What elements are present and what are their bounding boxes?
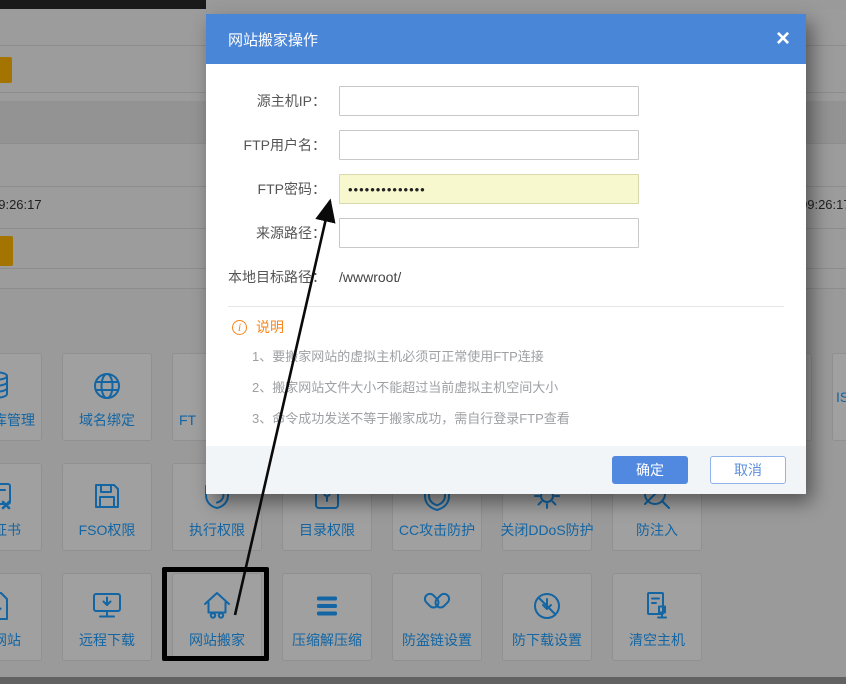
ftp-password-input[interactable] xyxy=(339,174,639,204)
dialog-body: 源主机IP： FTP用户名： FTP密码： 来源路径： 本地目标路径： /www… xyxy=(206,64,806,446)
close-icon[interactable]: × xyxy=(776,27,790,51)
target-path-value: /wwwroot/ xyxy=(339,269,401,285)
ftp-user-input[interactable] xyxy=(339,130,639,160)
source-ip-input[interactable] xyxy=(339,86,639,116)
note-item: 2、搬家网站文件大小不能超过当前虚拟主机空间大小 xyxy=(252,372,806,403)
info-icon: i xyxy=(232,320,247,335)
note-item: 1、要搬家网站的虚拟主机必须可正常使用FTP连接 xyxy=(252,341,806,372)
note-item: 3、命令成功发送不等于搬家成功，需自行登录FTP查看 xyxy=(252,403,806,434)
screen: 09:26:17 09:26:17 库管理 域名绑定 FT IS 证书 xyxy=(0,0,846,684)
source-path-label: 来源路径： xyxy=(206,223,326,243)
confirm-button[interactable]: 确定 xyxy=(612,456,688,484)
dialog-title: 网站搬家操作 xyxy=(206,29,318,50)
divider xyxy=(228,306,784,307)
site-move-dialog: 网站搬家操作 × 源主机IP： FTP用户名： FTP密码： 来源路径： 本地目… xyxy=(206,14,806,494)
ftp-user-label: FTP用户名： xyxy=(206,135,326,155)
dialog-header: 网站搬家操作 × xyxy=(206,14,806,64)
notes-section: i 说明 1、要搬家网站的虚拟主机必须可正常使用FTP连接 2、搬家网站文件大小… xyxy=(206,319,806,434)
source-path-input[interactable] xyxy=(339,218,639,248)
ftp-password-label: FTP密码： xyxy=(206,179,326,199)
notes-title: 说明 xyxy=(256,317,284,337)
cancel-button[interactable]: 取消 xyxy=(710,456,786,484)
dialog-footer: 确定 取消 xyxy=(206,446,806,494)
target-path-label: 本地目标路径： xyxy=(206,267,326,287)
source-ip-label: 源主机IP： xyxy=(206,91,326,111)
